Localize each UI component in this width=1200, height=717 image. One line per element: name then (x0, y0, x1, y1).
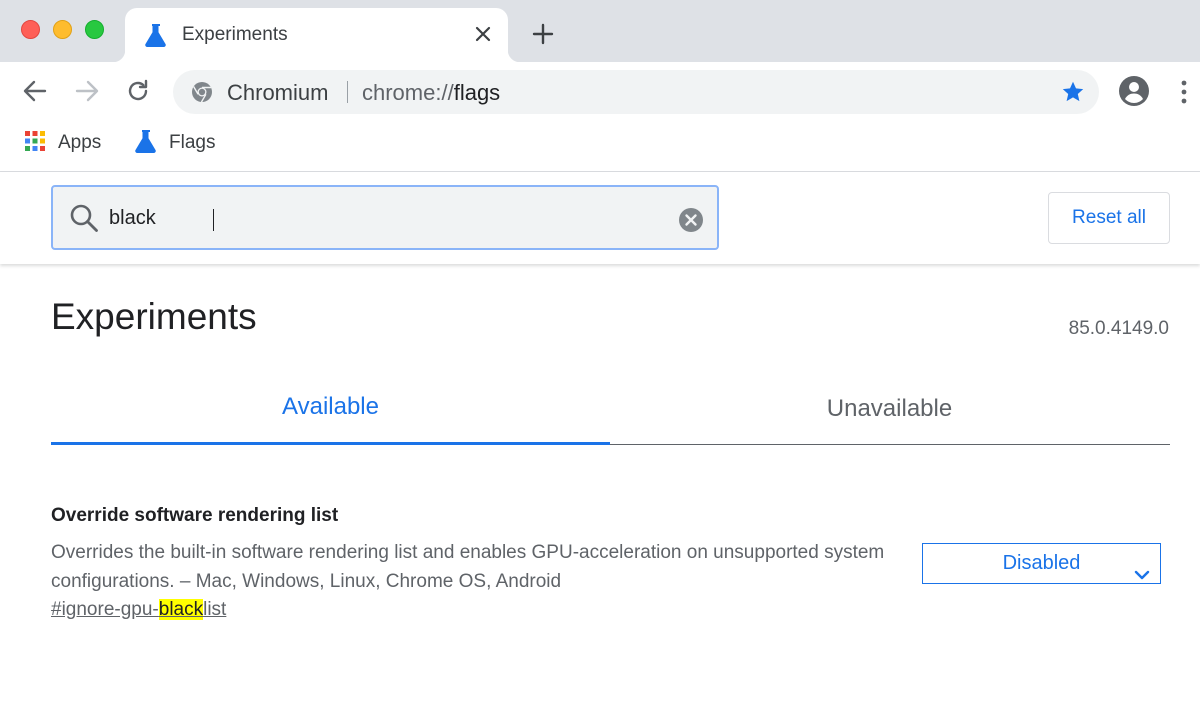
active-tab-indicator (51, 442, 610, 445)
new-tab-icon[interactable] (531, 22, 555, 46)
flask-icon (135, 129, 157, 158)
text-caret (213, 209, 214, 231)
reload-icon[interactable] (124, 77, 152, 105)
version-label: 85.0.4149.0 (1068, 318, 1169, 339)
url-host: flags (453, 80, 501, 105)
search-input[interactable] (109, 199, 669, 237)
apps-grid-icon (24, 130, 46, 157)
browser-tab-experiments[interactable]: Experiments (113, 8, 520, 62)
flags-header: Reset all (0, 172, 1200, 264)
experiment-permalink[interactable]: #ignore-gpu-blacklist (51, 599, 226, 621)
url-text: chrome://flags (362, 80, 500, 106)
tab-title: Experiments (182, 24, 288, 45)
bookmark-star-icon[interactable] (1061, 80, 1085, 109)
clear-search-icon[interactable] (678, 207, 704, 238)
search-box[interactable] (51, 185, 719, 250)
close-window-button[interactable] (21, 20, 40, 39)
bookmark-label: Flags (169, 132, 216, 153)
experiment-name: Override software rendering list (51, 505, 339, 526)
minimize-window-button[interactable] (53, 20, 72, 39)
chevron-down-icon (1134, 556, 1150, 594)
back-arrow-icon[interactable] (21, 77, 49, 105)
page-title: Experiments (51, 296, 257, 337)
experiment-state-select[interactable]: Disabled (922, 543, 1161, 584)
forward-arrow-icon[interactable] (73, 77, 101, 105)
permalink-suffix: list (203, 599, 227, 620)
search-match-highlight: black (158, 599, 204, 620)
address-bar[interactable]: Chromium chrome://flags (173, 70, 1099, 114)
tab-available[interactable]: Available (51, 380, 610, 446)
tab-unavailable[interactable]: Unavailable (610, 380, 1169, 446)
bookmark-flags[interactable]: Flags (135, 129, 215, 157)
browser-toolbar: Chromium chrome://flags (0, 62, 1200, 120)
bookmark-apps[interactable]: Apps (24, 129, 101, 157)
reset-all-button[interactable]: Reset all (1048, 192, 1170, 244)
permalink-prefix: #ignore-gpu- (51, 599, 159, 620)
experiment-description: Overrides the built-in software renderin… (51, 542, 885, 592)
bookmarks-bar: Apps Flags (0, 120, 1200, 171)
maximize-window-button[interactable] (85, 20, 104, 39)
browser-menu-icon[interactable] (1178, 79, 1190, 105)
bookmark-label: Apps (58, 132, 102, 153)
chromium-logo-icon (191, 81, 213, 108)
profile-avatar-icon[interactable] (1118, 75, 1150, 112)
search-icon (69, 203, 99, 238)
experiment-item: Override software rendering list Overrid… (51, 505, 1170, 635)
experiments-tabs: Available Unavailable (51, 380, 1170, 446)
url-scheme: chrome:// (362, 80, 454, 105)
selected-option: Disabled (1002, 552, 1081, 574)
site-name: Chromium (227, 80, 329, 105)
flask-icon (145, 23, 167, 52)
omnibox-divider (347, 81, 348, 103)
tab-strip: Experiments (0, 0, 1200, 62)
close-tab-icon[interactable] (472, 23, 494, 45)
